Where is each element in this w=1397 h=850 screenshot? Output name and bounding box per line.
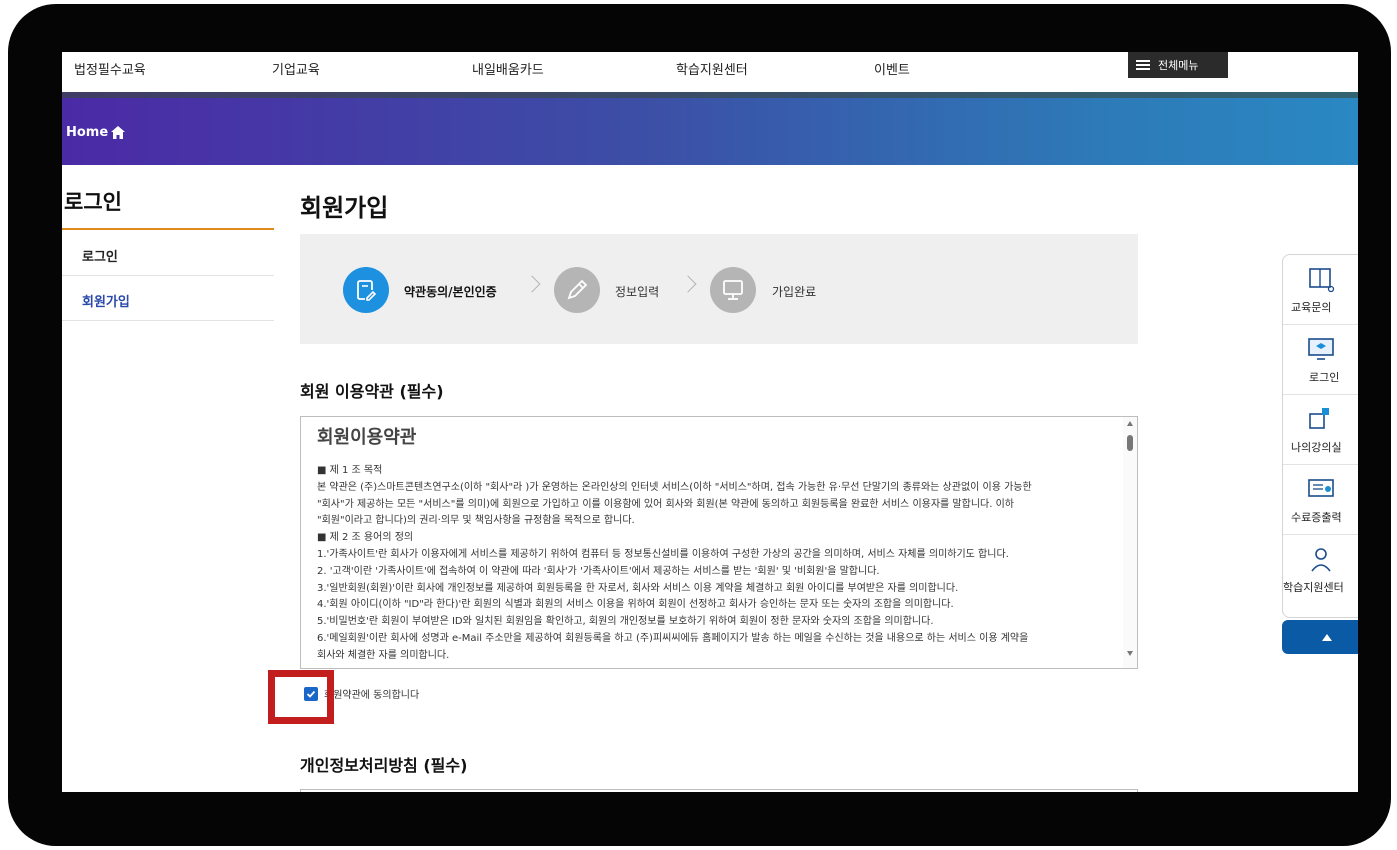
step-1-circle <box>343 267 389 313</box>
step-2-circle <box>554 267 600 313</box>
terms-scrollbar[interactable] <box>1123 417 1137 668</box>
arrow-up-icon <box>1322 633 1332 641</box>
certificate-icon <box>1308 479 1334 497</box>
quick-item-certificate[interactable]: 수료증출력 <box>1283 465 1358 535</box>
quick-item-label: 로그인 <box>1309 371 1340 384</box>
breadcrumb-home-link[interactable]: Home <box>66 125 108 140</box>
terms-line: "회사"가 제공하는 모든 "서비스"를 의미)에 회원으로 가입하고 이를 이… <box>317 498 1014 510</box>
sidebar-underline <box>62 228 274 230</box>
quick-menu: 교육문의 로그인 나의강의실 수료증출력 학습지원센터 <box>1282 254 1358 618</box>
quick-item-login[interactable]: 로그인 <box>1283 325 1358 395</box>
quick-item-learning-support[interactable]: 학습지원센터 <box>1283 535 1358 605</box>
terms-line: 2. '고객'이란 '가족사이트'에 접속하여 이 약관에 따라 '회사'가 '… <box>317 565 880 577</box>
scroll-thumb[interactable] <box>1127 435 1133 451</box>
step-2-label: 정보입력 <box>615 285 660 299</box>
sidebar-title: 로그인 <box>64 190 122 214</box>
device-background: 법정필수교육 기업교육 내일배움카드 학습지원센터 이벤트 전체메뉴 Home … <box>0 0 1397 850</box>
support-person-icon <box>1311 548 1331 572</box>
hamburger-icon <box>1136 58 1150 72</box>
terms-textarea[interactable]: 회원이용약관 ■ 제 1 조 목적 본 약관은 (주)스마트콘텐츠연구소(이하 … <box>300 416 1138 669</box>
privacy-textarea[interactable] <box>300 789 1138 792</box>
terms-line: 4.'회원 아이디(이하 "ID"라 한다)'란 회원의 식별과 회원의 서비스… <box>317 599 954 611</box>
step-3-label: 가입완료 <box>772 285 817 299</box>
nav-item-mandatory-education[interactable]: 법정필수교육 <box>74 59 146 78</box>
signup-steps: 약관동의/본인인증 정보입력 가입완료 <box>300 234 1138 344</box>
banner-strip <box>62 92 1358 98</box>
nav-item-event[interactable]: 이벤트 <box>874 59 910 78</box>
step-3-circle <box>710 267 756 313</box>
screen: 법정필수교육 기업교육 내일배움카드 학습지원센터 이벤트 전체메뉴 Home … <box>62 52 1358 792</box>
breadcrumb: Home <box>66 125 126 140</box>
terms-line: "회원"이라고 합니다)의 권리·의무 및 책임사항을 규정함을 목적으로 합니… <box>317 515 635 527</box>
terms-content: 회원이용약관 ■ 제 1 조 목적 본 약관은 (주)스마트콘텐츠연구소(이하 … <box>317 423 1107 665</box>
nav-item-corporate-education[interactable]: 기업교육 <box>272 59 320 78</box>
book-icon <box>1309 268 1335 293</box>
page-banner: Home <box>62 92 1358 165</box>
note-edit-icon <box>357 280 377 301</box>
monitor-cap-icon <box>1308 338 1334 360</box>
nav-item-tomorrow-card[interactable]: 내일배움카드 <box>472 59 544 78</box>
quick-item-label: 수료증출력 <box>1291 511 1342 524</box>
home-icon[interactable] <box>111 126 126 139</box>
scroll-down-arrow-icon[interactable] <box>1127 651 1133 656</box>
step-chevron-1 <box>523 275 541 293</box>
terms-line: 5.'비밀번호'란 회원이 부여받은 ID와 일치된 회원임을 확인하고, 회원… <box>317 616 934 628</box>
pencil-icon <box>567 279 588 300</box>
terms-line: 1.'가족사이트'란 회사가 이용자에게 서비스를 제공하기 위하여 컴퓨터 등… <box>317 548 1009 560</box>
terms-agree-label[interactable]: 회원약관에 동의합니다 <box>324 686 419 701</box>
terms-line: 3.'일반회원(회원)'이란 회사에 개인정보를 제공하여 회원등록을 한 자로… <box>317 582 959 594</box>
step-1-label: 약관동의/본인인증 <box>404 285 497 299</box>
sidebar-item-signup[interactable]: 회원가입 <box>62 277 274 321</box>
all-menu-label: 전체메뉴 <box>1158 59 1199 72</box>
all-menu-button[interactable]: 전체메뉴 <box>1128 52 1228 78</box>
terms-line: 6.'메일회원'이란 회사에 성명과 e-Mail 주소만을 제공하여 회원등록… <box>317 632 1029 644</box>
terms-line: ■ 제 2 조 용어의 정의 <box>317 532 414 544</box>
privacy-section-title: 개인정보처리방침 (필수) <box>300 756 468 775</box>
quick-item-label: 교육문의 <box>1291 301 1332 314</box>
monitor-icon <box>723 280 743 300</box>
scroll-top-button[interactable] <box>1282 620 1358 654</box>
terms-line: ■ 제 1 조 목적 <box>317 465 383 476</box>
terms-section-title: 회원 이용약관 (필수) <box>300 382 444 401</box>
quick-item-inquiry[interactable]: 교육문의 <box>1283 255 1358 325</box>
sidebar-item-login[interactable]: 로그인 <box>62 232 274 276</box>
terms-line: 본 약관은 (주)스마트콘텐츠연구소(이하 "회사"라 )가 운영하는 온라인상… <box>317 481 1032 493</box>
top-navigation: 법정필수교육 기업교육 내일배움카드 학습지원센터 이벤트 전체메뉴 <box>62 52 1358 92</box>
puzzle-icon <box>1309 408 1329 429</box>
terms-line: 회사와 체결한 자를 의미합니다. <box>317 649 450 661</box>
step-chevron-2 <box>679 275 697 293</box>
checkbox-highlight-box <box>268 670 334 724</box>
nav-item-learning-support[interactable]: 학습지원센터 <box>676 59 748 78</box>
page-title: 회원가입 <box>300 194 389 222</box>
scroll-up-arrow-icon[interactable] <box>1127 421 1133 426</box>
terms-heading: 회원이용약관 <box>317 427 417 448</box>
quick-item-label: 학습지원센터 <box>1283 581 1344 594</box>
quick-item-label: 나의강의실 <box>1291 441 1342 454</box>
quick-item-my-classroom[interactable]: 나의강의실 <box>1283 395 1358 465</box>
